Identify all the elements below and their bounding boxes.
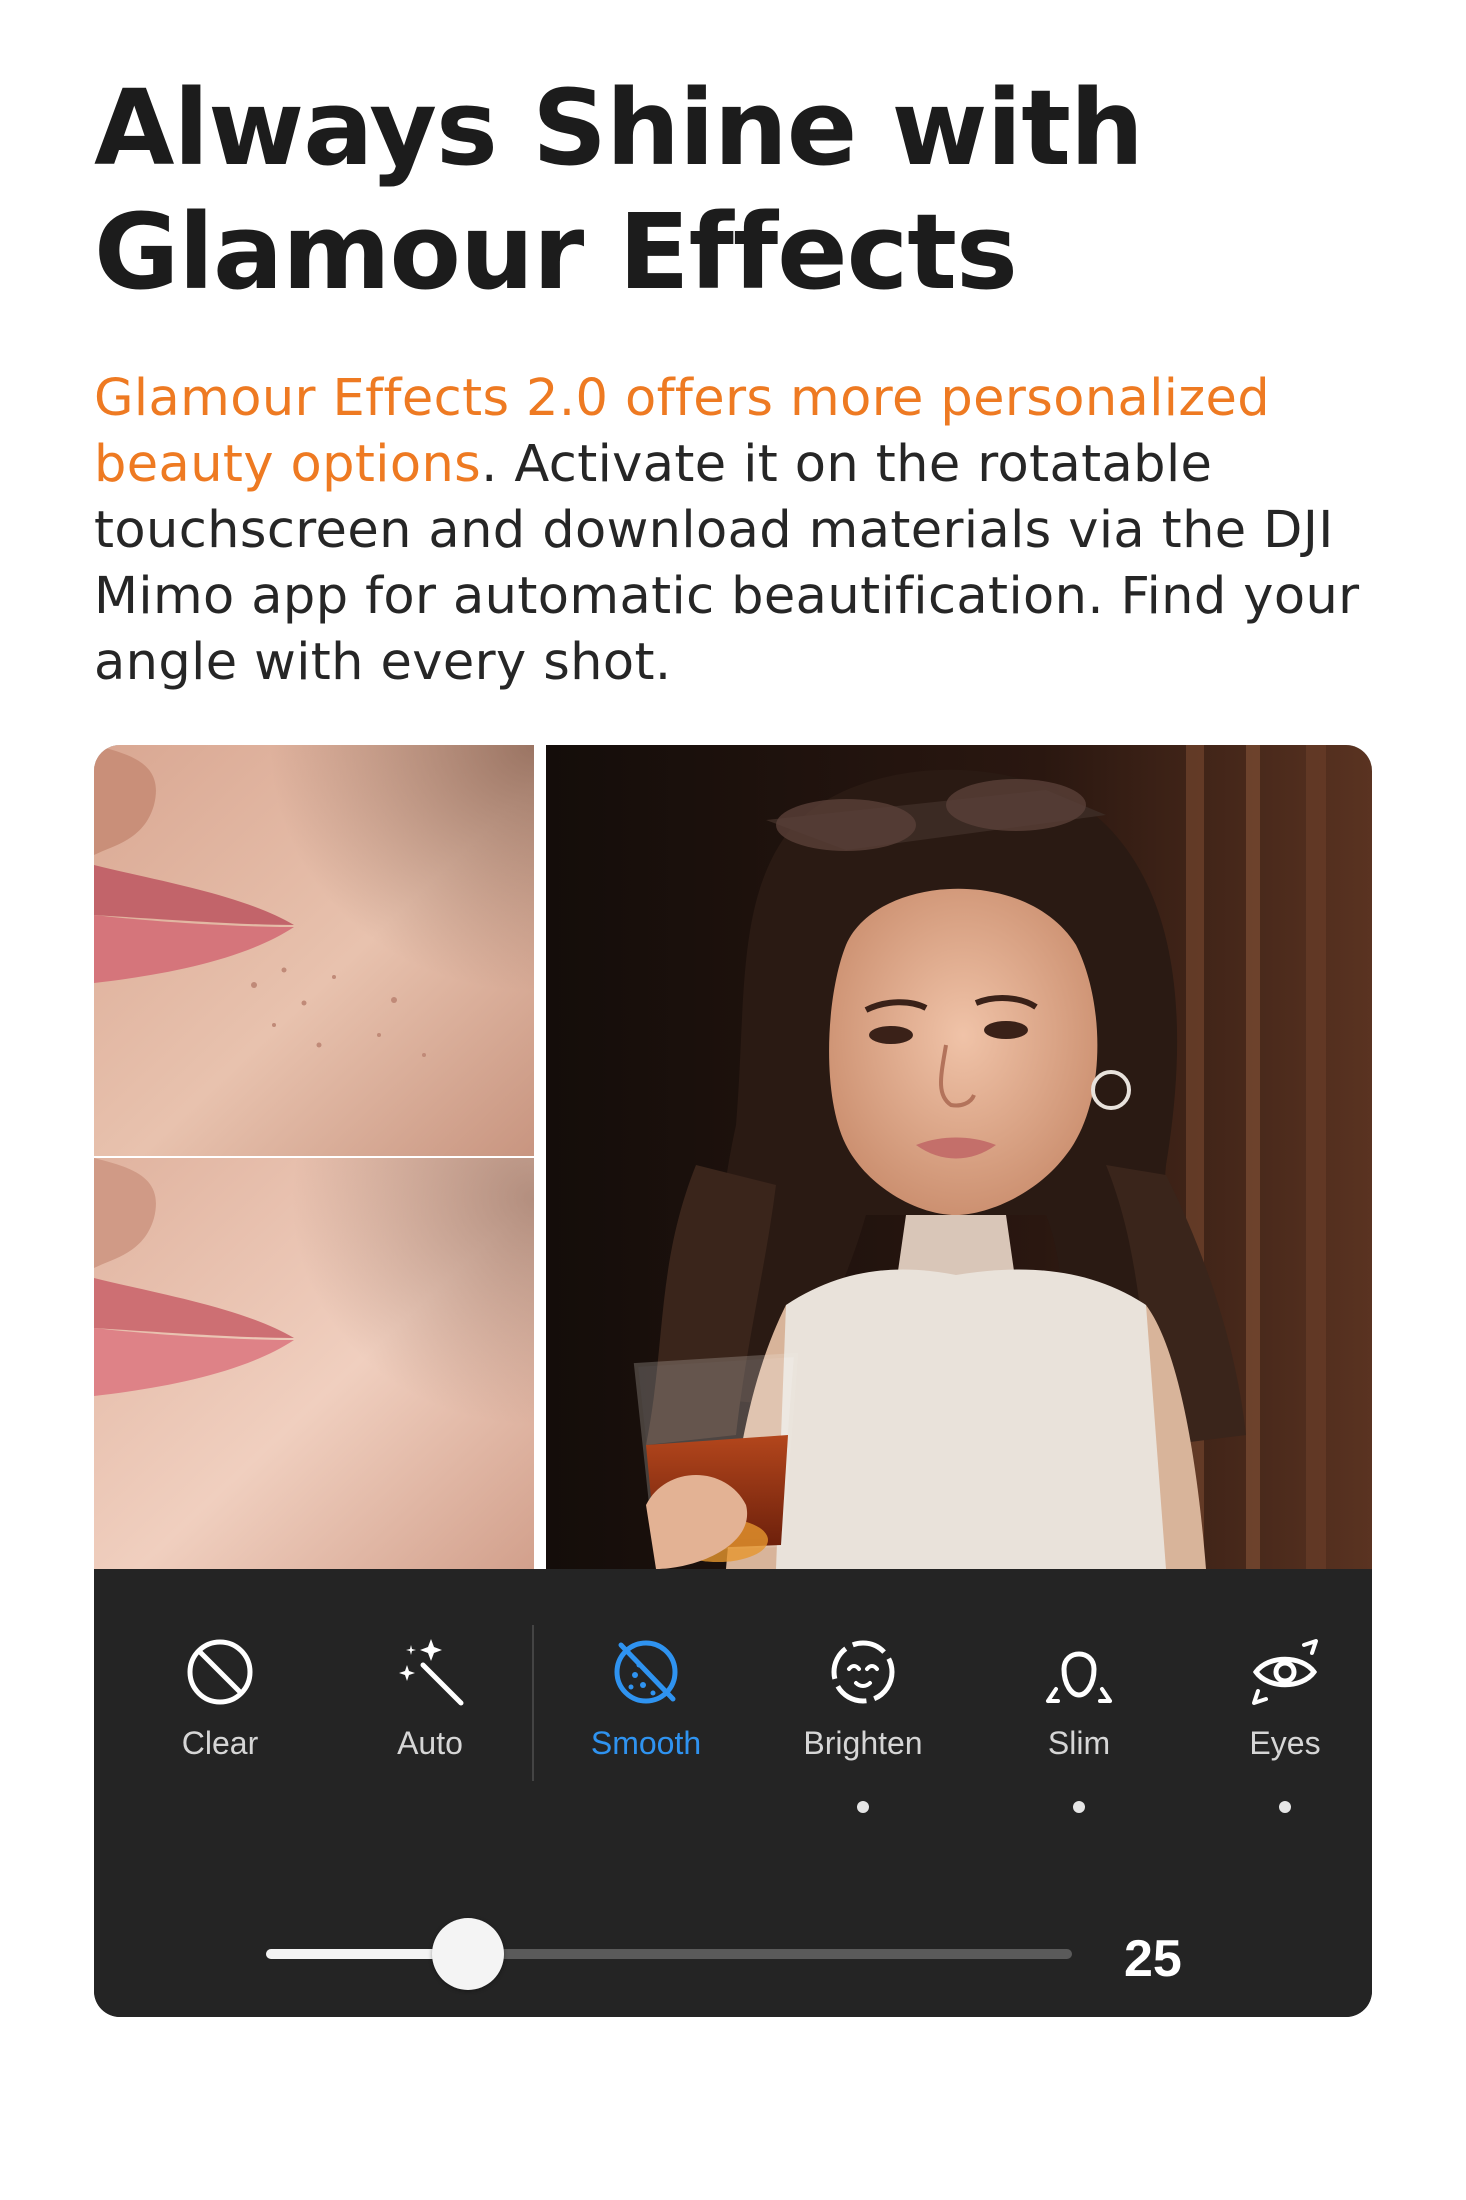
tool-slim[interactable]: Slim bbox=[994, 1569, 1164, 1829]
beauty-toolbar: Clear Auto Smooth Brighten Slim Eyes 25 bbox=[94, 1569, 1372, 2017]
tool-label: Auto bbox=[397, 1725, 463, 1761]
portrait-photo bbox=[546, 745, 1372, 1569]
title-line-1: Always Shine with bbox=[94, 67, 1144, 189]
skin-closeup-before bbox=[94, 745, 534, 1156]
tool-brighten[interactable]: Brighten bbox=[778, 1569, 948, 1829]
toolbar-divider bbox=[532, 1625, 534, 1781]
tool-label: Slim bbox=[1047, 1725, 1111, 1761]
tool-label: Brighten bbox=[803, 1725, 923, 1761]
new-indicator-dot bbox=[857, 1801, 869, 1813]
smooth-icon bbox=[609, 1635, 683, 1709]
clear-icon bbox=[183, 1635, 257, 1709]
page-title: Always Shine with Glamour Effects bbox=[94, 66, 1374, 314]
intro-paragraph: Glamour Effects 2.0 offers more personal… bbox=[94, 366, 1384, 696]
tool-eyes[interactable]: Eyes bbox=[1200, 1569, 1370, 1829]
skin-closeup-after bbox=[94, 1158, 534, 1569]
slider-value: 25 bbox=[1124, 1930, 1182, 1988]
intensity-slider[interactable] bbox=[266, 1913, 1072, 1993]
slim-face-icon bbox=[1042, 1635, 1116, 1709]
photo-area bbox=[94, 745, 1372, 1569]
new-indicator-dot bbox=[1279, 1801, 1291, 1813]
title-line-2: Glamour Effects bbox=[94, 191, 1018, 313]
eye-icon bbox=[1248, 1635, 1322, 1709]
glamour-demo-card: Clear Auto Smooth Brighten Slim Eyes 25 bbox=[94, 745, 1372, 2017]
tool-smooth[interactable]: Smooth bbox=[561, 1569, 731, 1829]
tool-auto[interactable]: Auto bbox=[345, 1569, 515, 1829]
tool-label: Eyes bbox=[1249, 1725, 1321, 1761]
tool-label: Clear bbox=[181, 1725, 259, 1761]
magic-wand-icon bbox=[393, 1635, 467, 1709]
slider-thumb[interactable] bbox=[431, 1918, 504, 1990]
brighten-face-icon bbox=[826, 1635, 900, 1709]
tool-clear[interactable]: Clear bbox=[135, 1569, 305, 1829]
new-indicator-dot bbox=[1073, 1801, 1085, 1813]
tool-label: Smooth bbox=[590, 1725, 702, 1761]
